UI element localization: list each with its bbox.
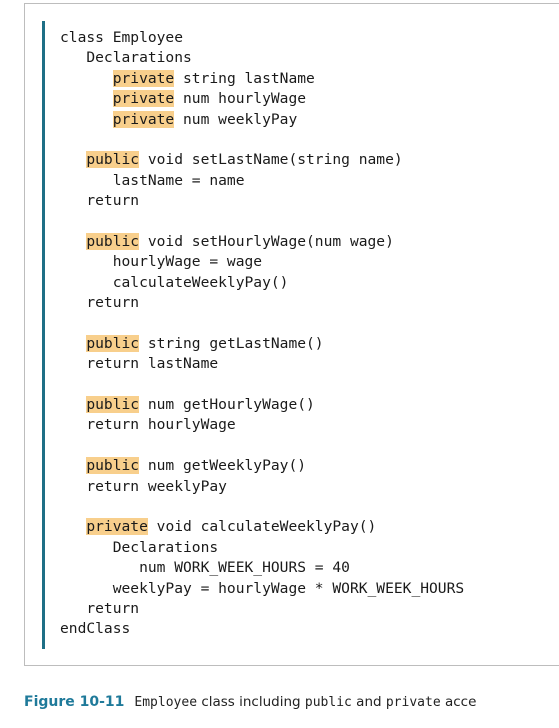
- code-line: return hourlyWage: [60, 415, 464, 435]
- code-line: num WORK_WEEK_HOURS = 40: [60, 558, 464, 578]
- code-text: num hourlyWage: [174, 90, 307, 108]
- code-text: return: [60, 294, 140, 312]
- code-line: private num hourlyWage: [60, 89, 464, 109]
- code-text: return: [60, 599, 140, 617]
- code-text: endClass: [60, 620, 131, 638]
- figure-label: Figure 10-11: [24, 694, 125, 710]
- code-line: calculateWeeklyPay(): [60, 273, 464, 293]
- keyword-public: public: [86, 232, 140, 250]
- code-listing-box: class Employee Declarations private stri…: [24, 3, 559, 666]
- code-line: private num weeklyPay: [60, 110, 464, 130]
- keyword-public: public: [86, 334, 140, 352]
- code-text: class Employee: [60, 29, 184, 46]
- code-text: string lastName: [174, 69, 315, 87]
- keyword-public: public: [86, 396, 140, 414]
- code-text: num getWeeklyPay(): [139, 457, 307, 475]
- code-text: return hourlyWage: [60, 416, 236, 434]
- code-line: private string lastName: [60, 69, 464, 89]
- keyword-private: private: [86, 518, 148, 536]
- caption-class-name: Employee: [134, 695, 198, 710]
- code-left-bar: [42, 21, 45, 649]
- code-line: public num getHourlyWage(): [60, 395, 464, 415]
- caption-text: class including: [197, 694, 305, 710]
- code-line: hourlyWage = wage: [60, 252, 464, 272]
- code-line: return: [60, 293, 464, 313]
- caption-text: and: [351, 694, 386, 710]
- code-line: return: [60, 191, 464, 211]
- code-text: string getLastName(): [139, 334, 324, 352]
- code-line: Declarations: [60, 48, 464, 68]
- code-text: num WORK_WEEK_HOURS = 40: [60, 559, 350, 577]
- code-block: class Employee Declarations private stri…: [60, 28, 464, 640]
- keyword-private: private: [112, 69, 175, 87]
- code-text: void calculateWeeklyPay(): [147, 518, 377, 536]
- code-text: num getHourlyWage(): [139, 396, 315, 414]
- keyword-public: public: [86, 151, 140, 169]
- code-text: void setHourlyWage(num wage): [139, 232, 394, 250]
- code-line: public string getLastName(): [60, 334, 464, 354]
- code-text: Declarations: [60, 538, 219, 556]
- code-text: Declarations: [60, 49, 192, 67]
- code-line: public void setLastName(string name): [60, 150, 464, 170]
- code-text: return weeklyPay: [60, 477, 227, 495]
- keyword-public: public: [86, 457, 140, 475]
- code-line: public void setHourlyWage(num wage): [60, 232, 464, 252]
- code-text: void setLastName(string name): [139, 151, 403, 169]
- keyword-private: private: [112, 110, 175, 128]
- figure-caption: Figure 10-11 Employee class including pub…: [24, 694, 476, 710]
- keyword-private: private: [112, 90, 175, 108]
- code-line: endClass: [60, 619, 464, 639]
- caption-keyword-private: private: [385, 695, 441, 710]
- code-line: return weeklyPay: [60, 477, 464, 497]
- code-text: hourlyWage = wage: [60, 253, 263, 271]
- code-line: lastName = name: [60, 171, 464, 191]
- code-text: weeklyPay = hourlyWage * WORK_WEEK_HOURS: [60, 579, 465, 597]
- caption-keyword-public: public: [304, 695, 352, 710]
- code-line: public num getWeeklyPay(): [60, 456, 464, 476]
- code-line: class Employee: [60, 28, 464, 48]
- code-text: return: [60, 192, 140, 210]
- code-text: lastName = name: [60, 171, 245, 189]
- code-text: num weeklyPay: [174, 110, 298, 128]
- code-line: return: [60, 599, 464, 619]
- code-text: return lastName: [60, 355, 219, 373]
- caption-text: acce: [440, 694, 477, 710]
- code-line: private void calculateWeeklyPay(): [60, 517, 464, 537]
- code-line: weeklyPay = hourlyWage * WORK_WEEK_HOURS: [60, 579, 464, 599]
- code-text: calculateWeeklyPay(): [60, 273, 289, 291]
- code-line: return lastName: [60, 354, 464, 374]
- code-line: Declarations: [60, 538, 464, 558]
